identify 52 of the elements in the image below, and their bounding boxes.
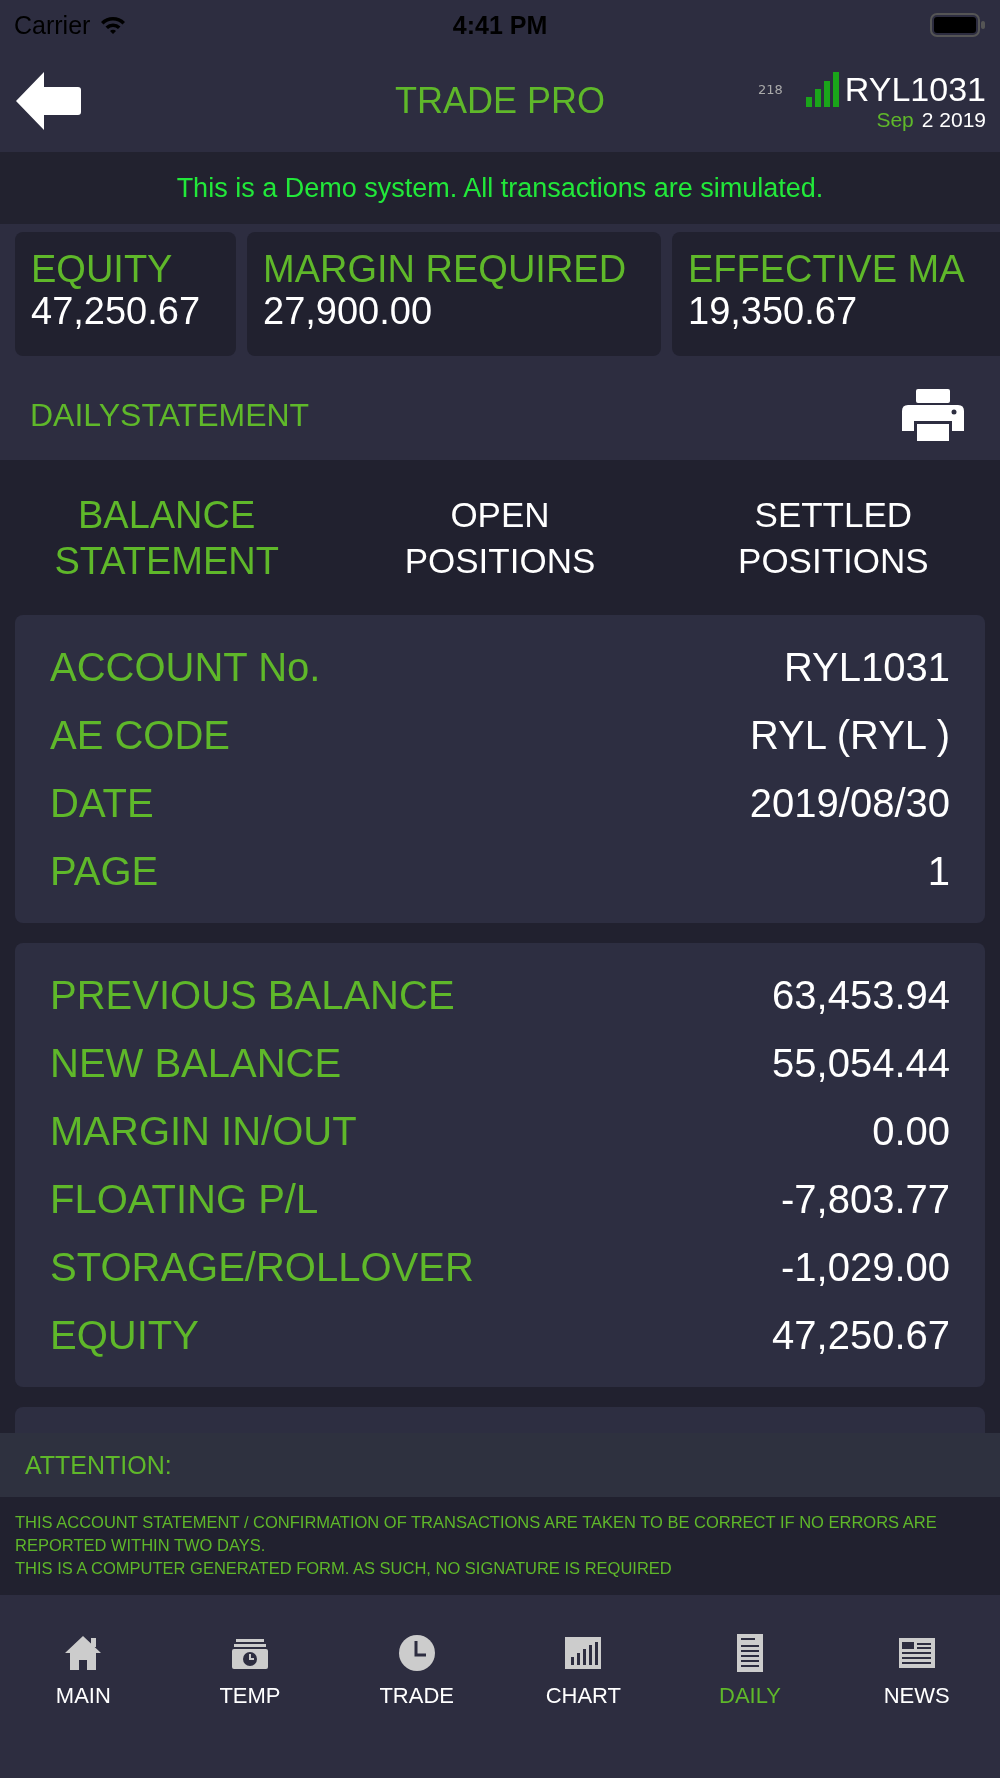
clock-icon: [396, 1633, 437, 1673]
row-value: RYL (RYL ): [749, 712, 950, 758]
carrier-label: Carrier: [14, 10, 91, 40]
row-value: 1: [927, 848, 950, 894]
metric-value: 19,350.67: [688, 290, 859, 332]
row-value: -7,803.77: [780, 1176, 950, 1222]
tab-bar-item[interactable]: CHART: [500, 1629, 667, 1713]
row-label: EQUITY: [50, 1312, 199, 1358]
row-value: 55,054.44: [772, 1040, 950, 1086]
metric-value: 27,900.00: [263, 290, 434, 332]
row-value: 0.00: [872, 1108, 950, 1154]
date-text: 2 2019: [921, 108, 986, 132]
tab-bar-item[interactable]: DAILY: [666, 1629, 834, 1713]
signal-icon: [805, 71, 840, 107]
metric-label: EFFECTIVE MA: [688, 248, 966, 290]
row-label: DATE: [50, 780, 154, 826]
row-label: PREVIOUS BALANCE: [50, 972, 455, 1018]
date-month: Sep: [876, 108, 914, 132]
row-label: PAGE: [50, 848, 159, 894]
row-label: ACCOUNT No.: [50, 644, 321, 690]
app-title: TRADE PRO: [395, 80, 605, 122]
section-title: DAILYSTATEMENT: [30, 396, 310, 434]
tab-bar-item[interactable]: MAIN: [0, 1629, 167, 1713]
printer-icon[interactable]: [902, 389, 964, 441]
metric-value: 47,250.67: [31, 290, 202, 332]
attention-title: ATTENTION:: [25, 1450, 172, 1480]
row-value: 2019/08/30: [749, 780, 950, 826]
battery-icon: [930, 13, 986, 37]
row-label: NEW BALANCE: [50, 1040, 342, 1086]
disclaimer-text: THIS IS A COMPUTER GENERATED FORM. AS SUCH, NO SIGNATURE IS REQUIRED: [15, 1558, 673, 1579]
row-value: 47,250.67: [772, 1312, 950, 1358]
row-value: 63,453.94: [772, 972, 950, 1018]
wifi-icon: [100, 15, 127, 35]
tab-bar-item[interactable]: NEWS: [833, 1629, 1000, 1713]
tab-bar-item[interactable]: TRADE: [333, 1629, 500, 1713]
tab-bar-item[interactable]: TEMP: [166, 1629, 334, 1713]
row-value: RYL1031: [783, 644, 950, 690]
disclaimer-text: THIS ACCOUNT STATEMENT / CONFIRMATION OF TRANSACTIONS ARE TAKEN TO BE CORRECT IF NO ERRORS ARE REPORTED WITHIN TWO DAYS.: [15, 1512, 938, 1556]
row-label: MARGIN IN/OUT: [50, 1108, 357, 1154]
metric-label: EQUITY: [31, 248, 174, 290]
statement-tab[interactable]: OPEN POSITIONS: [333, 460, 667, 615]
row-value: -1,029.00: [780, 1244, 950, 1290]
count-label: 218: [758, 81, 783, 97]
metric-label: MARGIN REQUIRED: [263, 248, 628, 290]
back-arrow-icon[interactable]: [16, 72, 82, 130]
row-label: AE CODE: [50, 712, 231, 758]
account-id: RYL1031: [844, 70, 986, 108]
clock-time: 4:41 PM: [452, 10, 548, 40]
row-label: FLOATING P/L: [50, 1176, 319, 1222]
row-label: STORAGE/ROLLOVER: [50, 1244, 474, 1290]
statement-tab[interactable]: SETTLED POSITIONS: [666, 460, 1000, 615]
statement-tab[interactable]: BALANCE STATEMENT: [0, 460, 334, 615]
